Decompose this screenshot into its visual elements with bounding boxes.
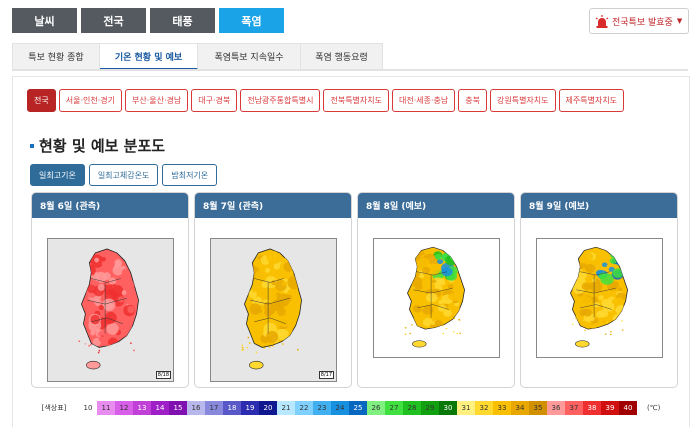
region-jeonnam-gwangju[interactable]: 전남광주통합특별시 [240, 89, 321, 112]
map-card: 8월 8일 (예보) [357, 192, 515, 388]
map-card: 8월 9일 (예보) [520, 192, 678, 388]
map-card-title: 8월 8일 (예보) [358, 193, 514, 218]
legend-unit: (℃) [647, 404, 661, 412]
tab-national[interactable]: 전국 [81, 8, 146, 33]
region-nationwide[interactable]: 전국 [27, 89, 56, 112]
region-jeju[interactable]: 제주특별자치도 [558, 89, 625, 112]
korea-map-image [241, 248, 302, 370]
legend-cell: 33 [493, 401, 511, 415]
map-stamp: 8/17 [318, 371, 334, 379]
map-card: 8월 7일 (관측) 8/17 [194, 192, 352, 388]
legend-cell: 37 [565, 401, 583, 415]
korea-map-image [404, 246, 465, 348]
legend-cell: 25 [349, 401, 367, 415]
subtab-temperature[interactable]: 기온 현황 및 예보 [100, 43, 198, 70]
metric-tabs: 일최고기온 일최고체감온도 밤최저기온 [30, 164, 218, 186]
legend-cell: 27 [385, 401, 403, 415]
legend-cell: 29 [421, 401, 439, 415]
legend-cell: 38 [583, 401, 601, 415]
map-card: 8월 6일 (관측) 8/18 [31, 192, 189, 388]
legend-cell: 18 [223, 401, 241, 415]
legend-cell: 16 [187, 401, 205, 415]
legend-cell: 13 [133, 401, 151, 415]
legend-cell: 34 [511, 401, 529, 415]
siren-icon [595, 14, 609, 28]
map-card-title: 8월 6일 (관측) [32, 193, 188, 218]
chevron-down-icon: ▼ [676, 17, 683, 25]
sub-tabs: 특보 현황 종합 기온 현황 및 예보 폭염특보 지속일수 폭염 행동요령 [12, 43, 383, 70]
legend-cell: 21 [277, 401, 295, 415]
color-legend: [색상표] 10 11 12 13 14 15 16 17 18 19 20 21 22 23 24 25 26… [29, 401, 660, 415]
tab-weather[interactable]: 날씨 [12, 8, 77, 33]
section-title-text: 현황 및 예보 분포도 [39, 137, 166, 155]
legend-cell: 26 [367, 401, 385, 415]
legend-cell: 10 [79, 401, 97, 415]
region-chungbuk[interactable]: 충북 [458, 89, 487, 112]
metric-max-temp[interactable]: 일최고기온 [30, 164, 85, 186]
legend-cell: 15 [169, 401, 187, 415]
map-stamp: 8/18 [155, 371, 171, 379]
region-gangwon[interactable]: 강원특별자치도 [489, 89, 556, 112]
region-daejeon-sejong-chungnam[interactable]: 대전·세종·충남 [392, 89, 456, 112]
legend-cell: 12 [115, 401, 133, 415]
subtab-guidelines[interactable]: 폭염 행동요령 [301, 43, 383, 70]
region-seoul-incheon-gyeonggi[interactable]: 서울·인천·경기 [58, 89, 122, 112]
legend-cell: 28 [403, 401, 421, 415]
subtab-duration[interactable]: 폭염특보 지속일수 [198, 43, 301, 70]
legend-cell: 24 [331, 401, 349, 415]
tab-typhoon[interactable]: 태풍 [150, 8, 215, 33]
legend-cell: 31 [457, 401, 475, 415]
map-cards: 8월 6일 (관측) 8/18 8월 7일 (관측) 8/17 8월 8일 (예… [31, 192, 678, 388]
temperature-map[interactable]: 8/18 [47, 238, 174, 382]
title-bullet [30, 143, 34, 148]
legend-cell: 36 [547, 401, 565, 415]
legend-cell: 17 [205, 401, 223, 415]
temperature-map[interactable]: 8/17 [210, 238, 337, 382]
legend-cell: 14 [151, 401, 169, 415]
tab-divider [12, 69, 688, 71]
legend-cell: 19 [241, 401, 259, 415]
legend-cells: 10 11 12 13 14 15 16 17 18 19 20 21 22 23 24 25 26 27 28 29… [79, 401, 637, 415]
region-busan-ulsan-gyeongnam[interactable]: 부산·울산·경남 [124, 89, 189, 112]
metric-night-min[interactable]: 밤최저기온 [162, 164, 218, 186]
temperature-map[interactable] [373, 238, 500, 358]
region-filter: 전국 서울·인천·경기 부산·울산·경남 대구·경북 전남광주통합특별시 전북특… [27, 89, 625, 112]
map-card-title: 8월 7일 (관측) [195, 193, 351, 218]
legend-cell: 39 [601, 401, 619, 415]
korea-map-image [570, 246, 628, 348]
legend-cell: 32 [475, 401, 493, 415]
region-daegu-gyeongbuk[interactable]: 대구·경북 [191, 89, 238, 112]
legend-cell: 20 [259, 401, 277, 415]
legend-cell: 40 [619, 401, 637, 415]
legend-label: [색상표] [41, 404, 67, 412]
subtab-summary[interactable]: 특보 현황 종합 [12, 43, 100, 70]
region-jeonbuk[interactable]: 전북특별자치도 [323, 89, 389, 112]
korea-map-image [78, 248, 139, 370]
temperature-map[interactable] [536, 238, 663, 358]
section-title: 현황 및 예보 분포도 [30, 135, 165, 156]
legend-cell: 23 [313, 401, 331, 415]
national-alert-button[interactable]: 전국특보 발효중 ▼ [589, 8, 689, 34]
alert-label: 전국특보 발효중 [612, 17, 673, 28]
metric-max-feels-like[interactable]: 일최고체감온도 [88, 164, 159, 186]
legend-cell: 11 [97, 401, 115, 415]
map-card-title: 8월 9일 (예보) [521, 193, 677, 218]
top-tabs: 날씨 전국 태풍 폭염 [12, 8, 284, 33]
legend-cell: 35 [529, 401, 547, 415]
legend-cell: 30 [439, 401, 457, 415]
legend-cell: 22 [295, 401, 313, 415]
tab-heatwave[interactable]: 폭염 [219, 8, 284, 33]
